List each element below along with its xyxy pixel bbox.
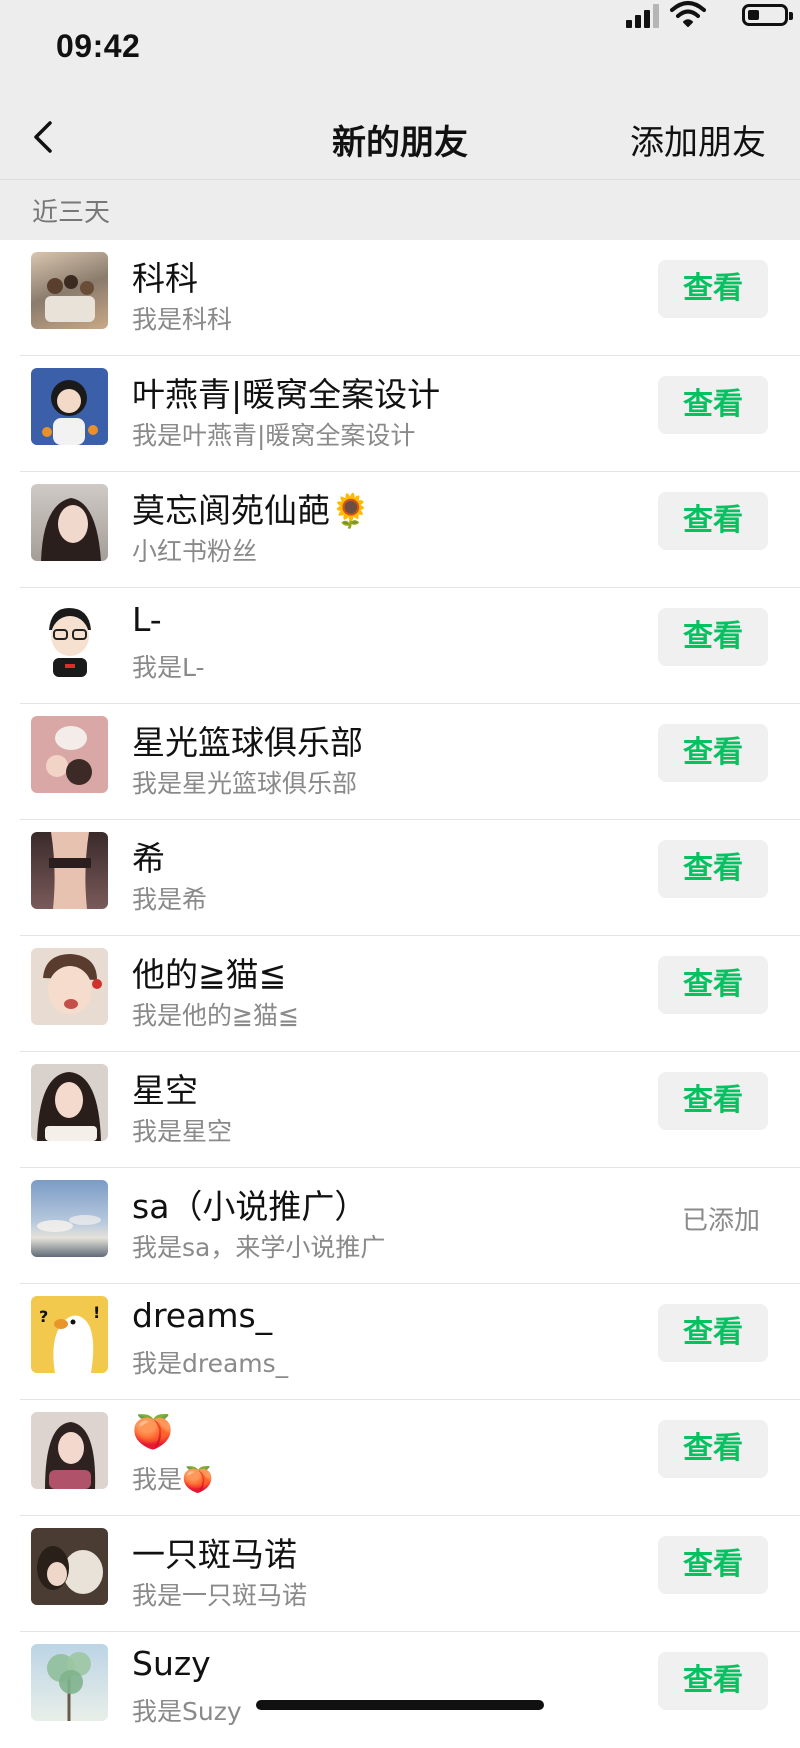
nav-bar: 新的朋友 添加朋友 [0, 95, 800, 180]
friend-row[interactable]: 星空 我是星空 查看 [0, 1052, 800, 1168]
avatar[interactable] [31, 252, 108, 329]
friend-name: 叶燕青|暖窝全案设计 [132, 375, 441, 414]
avatar[interactable] [31, 600, 108, 677]
friend-message: 我是Suzy [132, 1697, 242, 1726]
friend-name: 一只斑马诺 [132, 1535, 297, 1574]
avatar[interactable] [31, 368, 108, 445]
friend-name: 星空 [132, 1071, 198, 1110]
friend-message: 我是希 [132, 885, 208, 914]
friend-row[interactable]: 一只斑马诺 我是一只斑马诺 查看 [0, 1516, 800, 1632]
svg-text:!: ! [93, 1303, 100, 1322]
avatar[interactable] [31, 1644, 108, 1721]
friend-message: 我是星光篮球俱乐部 [132, 769, 358, 798]
avatar[interactable] [31, 716, 108, 793]
avatar[interactable] [31, 1528, 108, 1605]
friend-row[interactable]: ?! dreams_ 我是dreams_ 查看 [0, 1284, 800, 1400]
friend-row[interactable]: sa（小说推广） 我是sa，来学小说推广 已添加 [0, 1168, 800, 1284]
friend-list: 科科 我是科科 查看 叶燕青|暖窝全案设计 我是叶燕青|暖窝全案设计 查看 莫忘… [0, 240, 800, 1748]
svg-text:?: ? [39, 1307, 48, 1326]
friend-row[interactable]: 叶燕青|暖窝全案设计 我是叶燕青|暖窝全案设计 查看 [0, 356, 800, 472]
friend-row[interactable]: L- 我是L- 查看 [0, 588, 800, 704]
signal-icon [626, 4, 660, 28]
view-button[interactable]: 查看 [658, 260, 768, 318]
friend-row[interactable]: 他的≧猫≦ 我是他的≧猫≦ 查看 [0, 936, 800, 1052]
view-button[interactable]: 查看 [658, 1652, 768, 1710]
friend-message: 我是星空 [132, 1117, 233, 1146]
friend-message: 我是科科 [132, 305, 233, 334]
battery-icon [742, 4, 793, 26]
section-label: 近三天 [32, 198, 111, 228]
view-button[interactable]: 查看 [658, 492, 768, 550]
friend-name: 星光篮球俱乐部 [132, 723, 363, 762]
friend-name: 莫忘阆苑仙葩🌻 [132, 491, 372, 530]
friend-name: Suzy [132, 1644, 211, 1683]
view-button[interactable]: 查看 [658, 608, 768, 666]
avatar[interactable] [31, 484, 108, 561]
friend-message: 我是L- [132, 653, 205, 682]
home-indicator [256, 1700, 544, 1710]
friend-name: 希 [132, 839, 165, 878]
view-button[interactable]: 查看 [658, 840, 768, 898]
view-button[interactable]: 查看 [658, 724, 768, 782]
status-time: 09:42 [56, 28, 141, 64]
view-button[interactable]: 查看 [658, 1304, 768, 1362]
friend-message: 小红书粉丝 [132, 537, 258, 566]
friend-row[interactable]: 科科 我是科科 查看 [0, 240, 800, 356]
view-button[interactable]: 查看 [658, 1072, 768, 1130]
view-button[interactable]: 查看 [658, 1536, 768, 1594]
friend-row[interactable]: 星光篮球俱乐部 我是星光篮球俱乐部 查看 [0, 704, 800, 820]
avatar[interactable] [31, 948, 108, 1025]
friend-name: 他的≧猫≦ [132, 955, 287, 994]
add-friend-button[interactable]: 添加朋友 [630, 115, 766, 164]
friend-message: 我是sa，来学小说推广 [132, 1233, 386, 1262]
avatar[interactable] [31, 832, 108, 909]
wifi-icon [670, 1, 706, 27]
avatar[interactable] [31, 1412, 108, 1489]
friend-row[interactable]: 莫忘阆苑仙葩🌻 小红书粉丝 查看 [0, 472, 800, 588]
friend-name: 🍑 [132, 1412, 174, 1451]
friend-message: 我是🍑 [132, 1465, 214, 1494]
avatar[interactable]: ?! [31, 1296, 108, 1373]
friend-message: 我是他的≧猫≦ [132, 1001, 299, 1030]
added-status-label: 已添加 [681, 1206, 760, 1236]
section-header: 近三天 [0, 180, 800, 240]
friend-name: 科科 [132, 259, 198, 298]
friend-row[interactable]: 🍑 我是🍑 查看 [0, 1400, 800, 1516]
friend-message: 我是叶燕青|暖窝全案设计 [132, 421, 416, 450]
friend-name: L- [132, 600, 162, 639]
friend-name: dreams_ [132, 1296, 273, 1335]
avatar[interactable] [31, 1180, 108, 1257]
friend-name: sa（小说推广） [132, 1187, 368, 1226]
friend-message: 我是dreams_ [132, 1349, 289, 1378]
status-bar: 09:42 [0, 0, 800, 95]
friend-message: 我是一只斑马诺 [132, 1581, 308, 1610]
avatar[interactable] [31, 1064, 108, 1141]
view-button[interactable]: 查看 [658, 376, 768, 434]
view-button[interactable]: 查看 [658, 1420, 768, 1478]
view-button[interactable]: 查看 [658, 956, 768, 1014]
friend-row[interactable]: 希 我是希 查看 [0, 820, 800, 936]
